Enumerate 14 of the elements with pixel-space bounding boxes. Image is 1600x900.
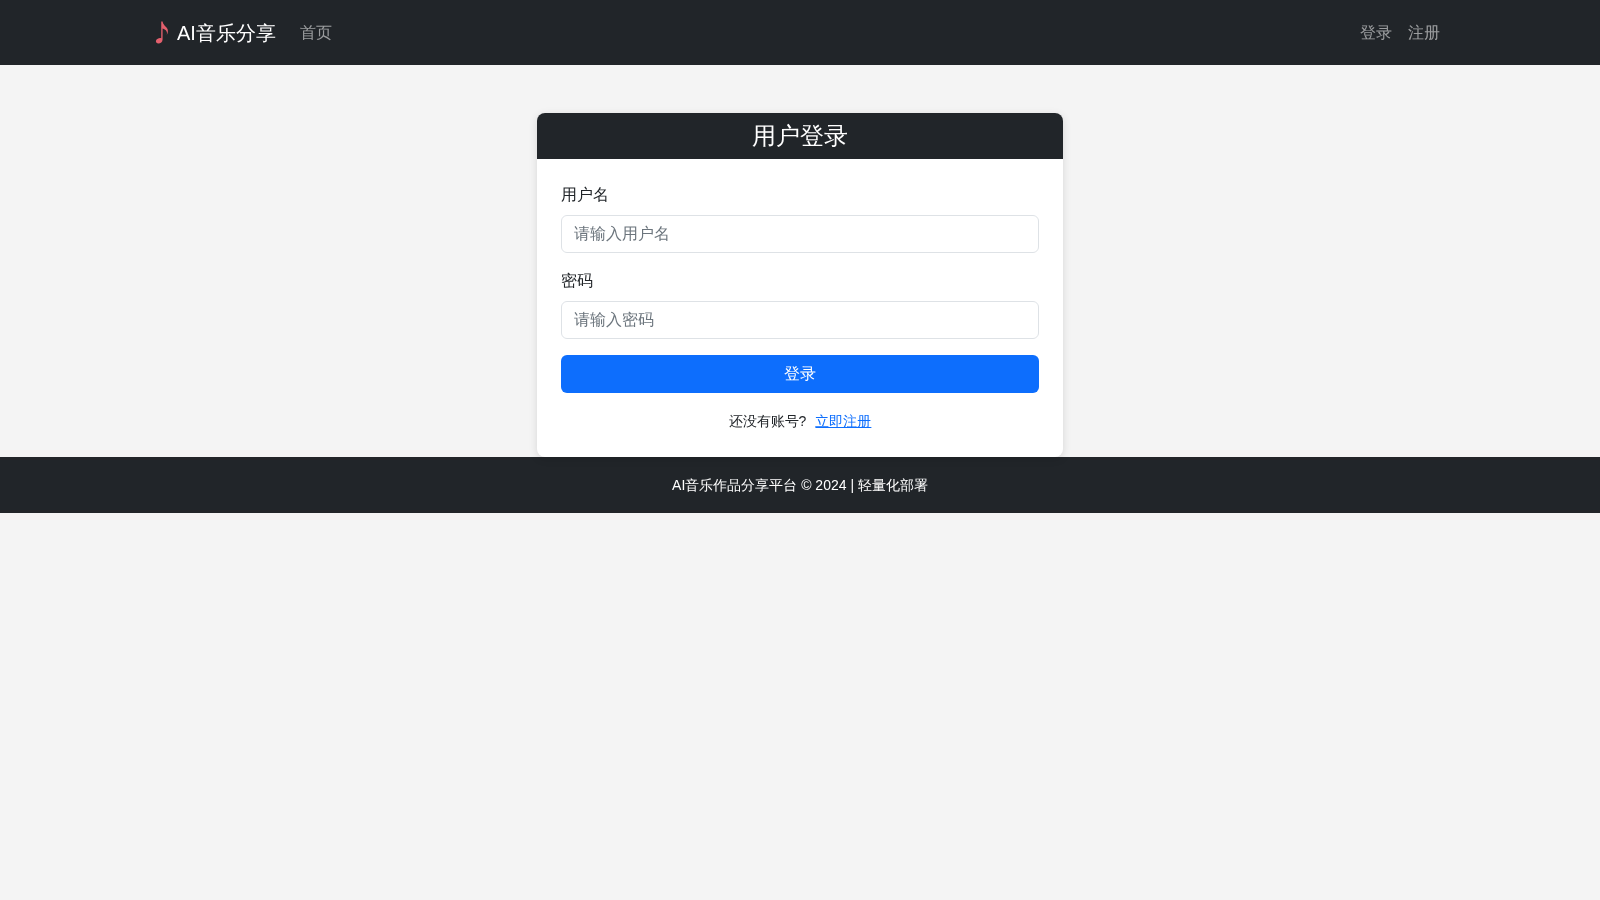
field-label: 用户名 xyxy=(561,185,610,205)
register-prompt: 还没有账号? xyxy=(728,412,807,431)
nav-link[interactable]: 首页 xyxy=(291,12,340,53)
register-link[interactable]: 立即注册 xyxy=(815,409,872,433)
brand-link[interactable]: AI音乐分享 xyxy=(152,12,276,53)
nav-link[interactable]: 注册 xyxy=(1400,12,1448,53)
field-label: 密码 xyxy=(561,271,594,291)
input-field[interactable]: 请输入密码 xyxy=(561,301,1039,339)
music-note-icon xyxy=(155,21,169,44)
nav-link[interactable]: 登录 xyxy=(1352,12,1400,53)
login-button[interactable]: 登录 xyxy=(561,355,1039,393)
card-title: 用户登录 xyxy=(752,121,848,151)
footer-text: AI音乐作品分享平台 © 2024 | 轻量化部署 xyxy=(672,475,928,495)
input-field[interactable]: 请输入用户名 xyxy=(561,215,1039,253)
